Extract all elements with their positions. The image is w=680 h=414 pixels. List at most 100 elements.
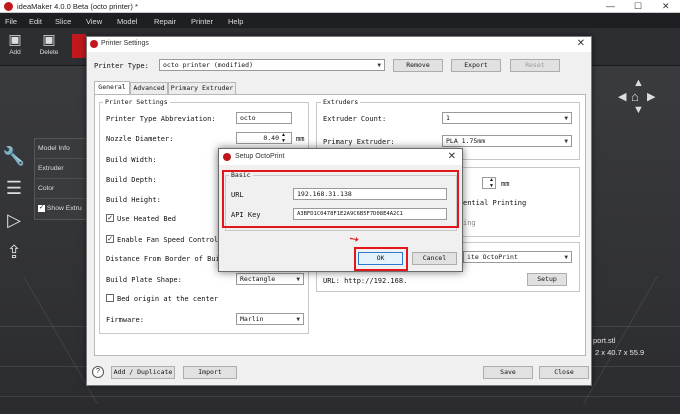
build-height-label: Build Height: bbox=[106, 196, 161, 204]
app-titlebar: ideaMaker 4.0.0 Beta (octo printer) * — … bbox=[0, 0, 680, 13]
menu-model[interactable]: Model bbox=[117, 17, 137, 26]
remote-url-text: URL: http://192.168. bbox=[323, 277, 408, 285]
cube-add-icon: ▣ bbox=[8, 31, 22, 47]
build-depth-label: Build Depth: bbox=[106, 176, 157, 184]
delete-label: Delete bbox=[39, 49, 59, 56]
chevron-down-icon: ▼ bbox=[564, 138, 568, 145]
bed-origin-label: Bed origin at the center bbox=[117, 295, 219, 303]
menu-bar: File Edit Slice View Model Repair Printe… bbox=[0, 13, 680, 28]
chevron-down-icon: ▼ bbox=[564, 115, 568, 122]
app-title: ideaMaker 4.0.0 Beta (octo printer) * bbox=[17, 2, 138, 11]
fields-highlight bbox=[222, 170, 459, 228]
menu-repair[interactable]: Repair bbox=[154, 17, 176, 26]
printer-settings-group-title: Printer Settings bbox=[103, 98, 170, 106]
wrench-icon[interactable]: 🔧 bbox=[2, 140, 26, 172]
home-icon[interactable]: ⌂ bbox=[631, 89, 639, 104]
help-icon[interactable]: ? bbox=[92, 366, 104, 378]
build-width-label: Build Width: bbox=[106, 156, 157, 164]
toolbar-red-accent bbox=[72, 34, 86, 58]
maximize-button[interactable]: ☐ bbox=[634, 1, 642, 12]
view-navigator[interactable]: ▲ ◀ ⌂ ▶ ▼ bbox=[618, 77, 656, 116]
plate-shape-select[interactable]: Rectangle ▼ bbox=[236, 273, 304, 285]
printer-type-value: octo printer (modified) bbox=[163, 61, 254, 69]
chevron-down-icon: ▼ bbox=[377, 62, 381, 69]
add-label: Add bbox=[9, 49, 21, 56]
type-abbrev-label: Printer Type Abbreviation: bbox=[106, 115, 216, 123]
extruder-count-select[interactable]: 1 ▼ bbox=[442, 112, 572, 124]
firmware-label: Firmware: bbox=[106, 316, 144, 324]
cancel-button[interactable]: Cancel bbox=[412, 252, 457, 265]
list-icon[interactable]: ☰ bbox=[2, 172, 26, 204]
octoprint-close-icon[interactable]: ✕ bbox=[448, 151, 456, 162]
ok-highlight bbox=[354, 247, 408, 271]
chevron-down-icon: ▼ bbox=[564, 254, 568, 261]
heated-bed-checkbox[interactable]: ✓ bbox=[106, 214, 114, 222]
extruder-count-label: Extruder Count: bbox=[323, 115, 387, 123]
nozzle-spin-icon[interactable]: ▲ ▼ bbox=[281, 132, 286, 144]
menu-file[interactable]: File bbox=[5, 17, 17, 26]
printer-type-label: Printer Type: bbox=[94, 62, 149, 70]
add-button[interactable]: ▣ Add bbox=[0, 31, 30, 56]
side-extruder[interactable]: Extruder bbox=[35, 159, 87, 179]
delete-button[interactable]: ▣ Delete bbox=[34, 31, 64, 56]
heated-bed-label: Use Heated Bed bbox=[117, 215, 177, 223]
type-abbrev-input[interactable]: octo bbox=[236, 112, 292, 124]
export-button[interactable]: Export bbox=[451, 59, 501, 72]
primary-extruder-value: PLA 1.75mm bbox=[446, 137, 486, 145]
sequential-printing-label: ential Printing bbox=[463, 199, 527, 207]
close-window-button[interactable]: ✕ bbox=[662, 1, 670, 12]
menu-help[interactable]: Help bbox=[228, 17, 243, 26]
arrow-down-icon[interactable]: ▼ bbox=[633, 104, 644, 116]
arrow-right-icon[interactable]: ▶ bbox=[647, 90, 655, 103]
octoprint-titlebar: Setup OctoPrint ✕ bbox=[219, 149, 462, 165]
menu-slice[interactable]: Slice bbox=[55, 17, 71, 26]
reset-button[interactable]: Reset bbox=[510, 59, 560, 72]
tab-general[interactable]: General bbox=[94, 81, 130, 94]
nozzle-unit: mm bbox=[296, 135, 305, 143]
remote-type-select[interactable]: ite OctoPrint ▼ bbox=[463, 251, 572, 263]
chevron-down-icon: ▼ bbox=[296, 316, 300, 323]
firmware-select[interactable]: Marlin ▼ bbox=[236, 313, 304, 325]
close-button[interactable]: Close bbox=[539, 366, 589, 379]
save-button[interactable]: Save bbox=[483, 366, 533, 379]
menu-edit[interactable]: Edit bbox=[29, 17, 42, 26]
setup-button[interactable]: Setup bbox=[527, 273, 567, 286]
menu-printer[interactable]: Printer bbox=[191, 17, 213, 26]
numeric-spin-icon[interactable]: ▲ ▼ bbox=[489, 177, 494, 189]
bed-origin-checkbox[interactable] bbox=[106, 294, 114, 302]
octoprint-title: Setup OctoPrint bbox=[235, 153, 285, 160]
printer-settings-titlebar: Printer Settings ✕ bbox=[87, 37, 591, 52]
arrow-up-icon[interactable]: ▲ bbox=[633, 77, 644, 89]
minimize-button[interactable]: — bbox=[606, 1, 615, 11]
extruder-unit-mm: mm bbox=[501, 180, 510, 188]
printer-settings-close-icon[interactable]: ✕ bbox=[577, 38, 585, 49]
extruders-group-title: Extruders bbox=[321, 98, 361, 106]
fan-speed-checkbox[interactable]: ✓ bbox=[106, 235, 114, 243]
dialog-logo-icon bbox=[223, 153, 231, 161]
chevron-down-icon: ▼ bbox=[296, 276, 300, 283]
side-color[interactable]: Color bbox=[35, 179, 87, 199]
plate-shape-label: Build Plate Shape: bbox=[106, 276, 182, 284]
side-model-info[interactable]: Model Info bbox=[35, 139, 87, 159]
remove-button[interactable]: Remove bbox=[393, 59, 443, 72]
side-show-extruder[interactable]: ✓ Show Extru bbox=[35, 199, 87, 219]
printer-type-select[interactable]: octo printer (modified) ▼ bbox=[159, 59, 385, 71]
nozzle-diameter-label: Nozzle Diameter: bbox=[106, 135, 174, 143]
plate-shape-value: Rectangle bbox=[240, 275, 276, 283]
import-button[interactable]: Import bbox=[183, 366, 237, 379]
play-icon[interactable]: ▷ bbox=[2, 204, 26, 236]
app-logo-icon bbox=[4, 2, 13, 11]
arrow-left-icon[interactable]: ◀ bbox=[618, 90, 626, 103]
upload-icon[interactable]: ⇪ bbox=[2, 236, 26, 268]
menu-view[interactable]: View bbox=[86, 17, 102, 26]
tab-primary-extruder[interactable]: Primary Extruder bbox=[168, 82, 236, 94]
primary-extruder-label: Primary Extruder: bbox=[323, 138, 395, 146]
left-toolbar: 🔧 ☰ ▷ ⇪ bbox=[2, 140, 26, 268]
tab-advanced[interactable]: Advanced bbox=[130, 82, 168, 94]
primary-extruder-select[interactable]: PLA 1.75mm ▼ bbox=[442, 135, 572, 147]
object-side-panel: Model Info Extruder Color ✓ Show Extru bbox=[34, 138, 88, 220]
show-extruder-checkbox[interactable]: ✓ bbox=[38, 204, 45, 212]
add-duplicate-button[interactable]: Add / Duplicate bbox=[111, 366, 175, 379]
printer-settings-title: Printer Settings bbox=[101, 40, 149, 47]
side-show-extruder-label: Show Extru bbox=[46, 205, 82, 212]
